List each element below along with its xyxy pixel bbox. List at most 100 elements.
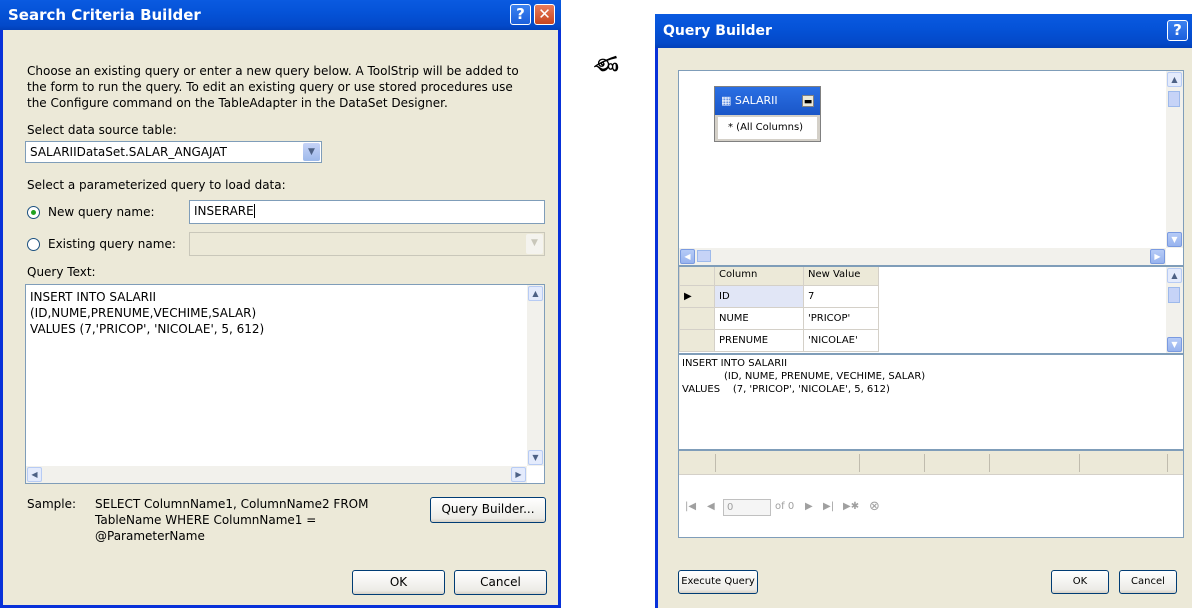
horizontal-scrollbar[interactable]: ◀ ▶ [26,466,527,483]
table-box-salarii[interactable]: ▦ SALARII ▬ * (All Columns) [714,86,821,142]
scroll-left-icon[interactable]: ◀ [680,249,695,264]
next-record-button[interactable]: ▶ [805,495,813,519]
prev-record-button[interactable]: ◀ [707,495,715,519]
table-icon: ▦ [721,94,732,107]
ok-button[interactable]: OK [1051,570,1109,594]
dialog-title-bar[interactable]: Query Builder ? [655,14,1192,48]
dialog-title: Search Criteria Builder [8,6,201,24]
scroll-right-icon[interactable]: ▶ [1150,249,1165,264]
sql-pane[interactable]: INSERT INTO SALARII (ID, NUME, PRENUME, … [678,354,1184,450]
criteria-grid-pane[interactable]: Column New Value ▶ ID 7 NUME 'PRICOP' PR… [678,266,1184,354]
scroll-up-icon[interactable]: ▲ [528,286,543,301]
results-header-row [679,451,1183,475]
table-row[interactable]: PRENUME 'NICOLAE' [679,329,879,352]
query-text-line-1: INSERT INTO SALARII [30,290,157,304]
table-name: SALARII [734,94,778,107]
table-row[interactable]: NUME 'PRICOP' [679,307,879,330]
new-value-header[interactable]: New Value [803,267,879,286]
param-query-label: Select a parameterized query to load dat… [27,178,286,192]
description-line-3: the Configure command on the TableAdapte… [27,96,448,110]
separator-glyph: ණ [594,52,619,77]
scroll-thumb[interactable] [1168,91,1180,107]
new-query-label: New query name: [48,205,155,219]
sample-line-2: TableName WHERE ColumnName1 = [95,513,317,527]
delete-record-button[interactable]: ⊗ [869,495,880,519]
source-table-label: Select data source table: [27,123,177,137]
grid-cell-value[interactable]: 7 [803,285,879,308]
scroll-thumb[interactable] [697,250,711,262]
first-record-button[interactable]: |◀ [685,495,696,519]
grid-cell-value[interactable]: 'PRICOP' [803,307,879,330]
scroll-thumb[interactable] [1168,287,1180,303]
grid-cell-value[interactable]: 'NICOLAE' [803,329,879,352]
new-query-radio[interactable] [27,206,40,219]
help-icon[interactable]: ? [510,4,531,25]
ok-button[interactable]: OK [352,570,445,595]
existing-query-label: Existing query name: [48,237,176,251]
vertical-scrollbar[interactable]: ▲ ▼ [1166,71,1183,248]
description-line-2: the form to run the query. To edit an ex… [27,80,513,94]
query-builder-dialog: Query Builder ? ▦ SALARII ▬ * (All Colum… [655,14,1192,608]
horizontal-scrollbar[interactable]: ◀ ▶ [679,248,1166,265]
search-criteria-builder-dialog: Search Criteria Builder ? ✕ Choose an ex… [0,0,561,608]
chevron-down-icon[interactable]: ▼ [303,143,320,161]
chevron-down-icon[interactable]: ▼ [526,234,543,254]
scroll-up-icon[interactable]: ▲ [1167,72,1182,87]
new-query-name-value: INSERARE [194,204,254,218]
last-record-button[interactable]: ▶| [823,495,834,519]
grid-header-row: Column New Value [679,267,879,286]
description-line-1: Choose an existing query or enter a new … [27,64,519,78]
dialog-title: Query Builder [663,23,772,39]
vertical-scrollbar[interactable]: ▲ ▼ [527,285,544,466]
new-query-name-input[interactable]: INSERARE​ [189,200,545,224]
record-position-input[interactable]: 0 [723,499,771,516]
source-table-value: SALARIIDataSet.SALAR_ANGAJAT [30,145,227,159]
record-navigator: |◀ ◀ 0 of 0 ▶ ▶| ▶✱ ⊗ [679,495,1183,519]
scroll-right-icon[interactable]: ▶ [511,467,526,482]
record-count-label: of 0 [775,501,795,512]
help-icon[interactable]: ? [1167,20,1188,41]
sample-line-3: @ParameterName [95,529,205,543]
scroll-down-icon[interactable]: ▼ [1167,337,1182,352]
execute-query-button[interactable]: Execute Query [678,570,758,594]
record-position-value: 0 [727,502,734,513]
grid-cell-column[interactable]: ID [714,285,804,308]
existing-query-select[interactable]: ▼ [189,232,545,256]
criteria-grid: Column New Value ▶ ID 7 NUME 'PRICOP' PR… [679,267,879,352]
grid-cell-column[interactable]: PRENUME [714,329,804,352]
cancel-button[interactable]: Cancel [454,570,547,595]
sample-label: Sample: [27,497,77,511]
new-record-button[interactable]: ▶✱ [843,495,859,519]
scroll-down-icon[interactable]: ▼ [528,450,543,465]
row-selector[interactable] [679,329,715,352]
sql-line-3: VALUES (7, 'PRICOP', 'NICOLAE', 5, 612) [682,384,890,395]
cancel-button[interactable]: Cancel [1119,570,1177,594]
table-box-header[interactable]: ▦ SALARII ▬ [715,87,820,115]
all-columns-row[interactable]: * (All Columns) [718,117,817,139]
grid-cell-column[interactable]: NUME [714,307,804,330]
query-builder-button[interactable]: Query Builder... [430,497,546,523]
row-selector[interactable] [679,307,715,330]
scroll-left-icon[interactable]: ◀ [27,467,42,482]
sample-line-1: SELECT ColumnName1, ColumnName2 FROM [95,497,369,511]
diagram-pane[interactable]: ▦ SALARII ▬ * (All Columns) ▲ ▼ ◀ ▶ [678,70,1184,266]
results-pane[interactable]: |◀ ◀ 0 of 0 ▶ ▶| ▶✱ ⊗ [678,450,1184,538]
query-text-label: Query Text: [27,265,96,279]
dialog-title-bar[interactable]: Search Criteria Builder ? ✕ [0,0,561,30]
query-text-line-3: VALUES (7,'PRICOP', 'NICOLAE', 5, 612) [30,322,265,336]
existing-query-radio[interactable] [27,238,40,251]
vertical-scrollbar[interactable]: ▲ ▼ [1166,267,1183,353]
minimize-icon[interactable]: ▬ [802,95,814,107]
sql-line-1: INSERT INTO SALARII [682,358,788,369]
source-table-select[interactable]: SALARIIDataSet.SALAR_ANGAJAT ▼ [25,141,322,163]
table-row[interactable]: ▶ ID 7 [679,285,879,308]
query-text-line-2: (ID,NUME,PRENUME,VECHIME,SALAR) [30,306,257,320]
scroll-up-icon[interactable]: ▲ [1167,268,1182,283]
scroll-down-icon[interactable]: ▼ [1167,232,1182,247]
row-selector-icon[interactable]: ▶ [679,285,715,308]
query-text-area[interactable]: INSERT INTO SALARII (ID,NUME,PRENUME,VEC… [25,284,545,484]
all-columns-label: * (All Columns) [728,122,804,133]
column-header[interactable]: Column [714,267,804,286]
close-icon[interactable]: ✕ [534,4,555,25]
sql-line-2: (ID, NUME, PRENUME, VECHIME, SALAR) [724,371,926,382]
